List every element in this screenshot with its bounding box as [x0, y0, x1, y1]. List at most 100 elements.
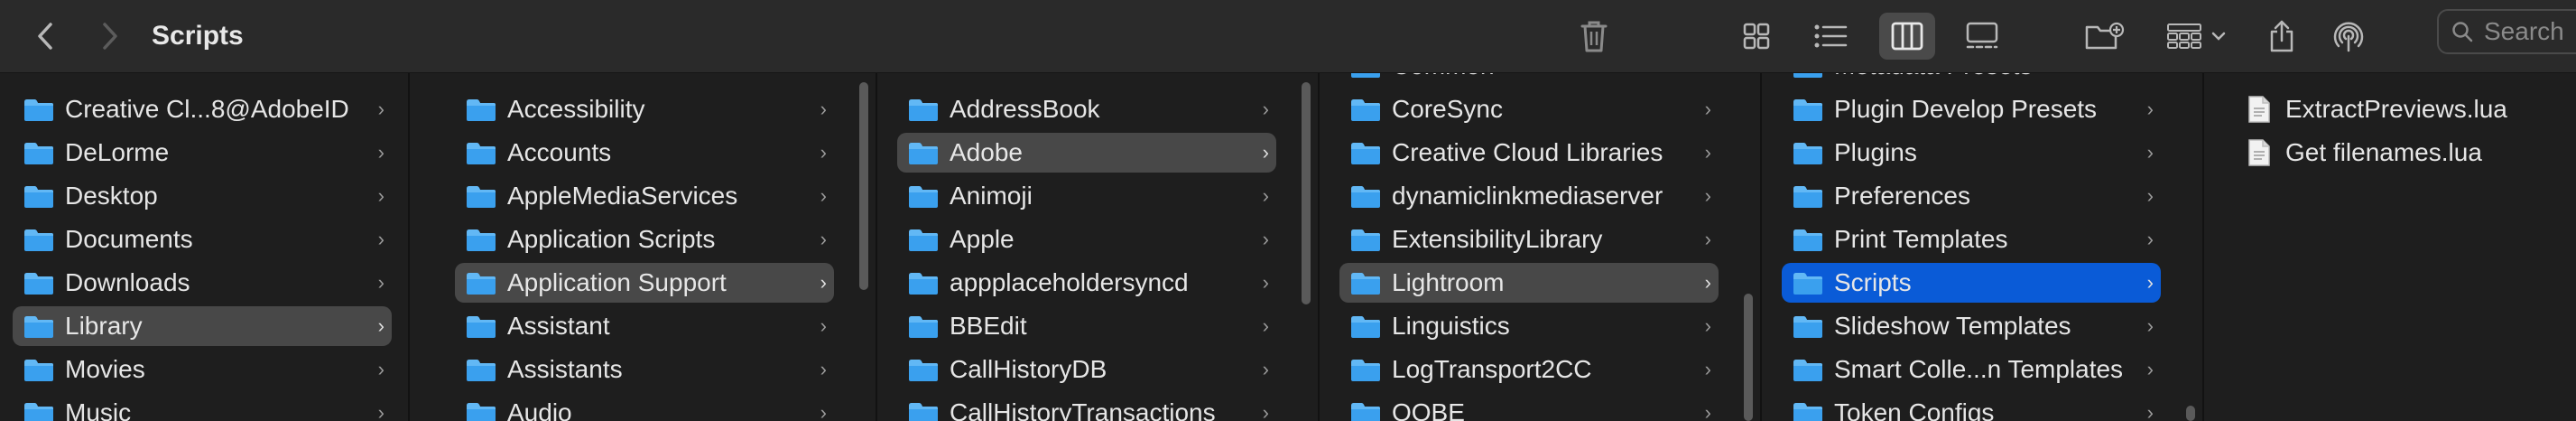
chevron-right-icon	[103, 23, 117, 50]
folder-row[interactable]: Assistant ›	[455, 306, 834, 346]
folder-row[interactable]: Movies ›	[13, 350, 392, 389]
folder-row[interactable]: CallHistoryDB ›	[897, 350, 1276, 389]
folder-row[interactable]: Common ›	[1339, 73, 1719, 86]
item-label: Apple	[950, 225, 1015, 253]
disclosure-chevron-icon: ›	[1262, 98, 1269, 120]
disclosure-chevron-icon: ›	[1262, 401, 1269, 421]
folder-row[interactable]: CoreSync ›	[1339, 89, 1719, 129]
folder-row[interactable]: BBEdit ›	[897, 306, 1276, 346]
folder-icon	[909, 403, 938, 421]
item-label: Creative Cloud Libraries	[1392, 138, 1663, 166]
folder-row[interactable]: Creative Cl...8@AdobeID ›	[13, 89, 392, 129]
folder-row[interactable]: Downloads ›	[13, 263, 392, 303]
folder-row[interactable]: Smart Colle...n Templates ›	[1782, 350, 2161, 389]
folder-row[interactable]: OOBE ›	[1339, 393, 1719, 421]
column-divider[interactable]	[1318, 73, 1320, 421]
folder-row[interactable]: Slideshow Templates ›	[1782, 306, 2161, 346]
folder-row[interactable]: AddressBook ›	[897, 89, 1276, 129]
disclosure-chevron-icon: ›	[1262, 141, 1269, 164]
view-icons-button[interactable]	[1737, 13, 1776, 60]
item-label: Linguistics	[1392, 312, 1510, 340]
folder-row[interactable]: Accessibility ›	[455, 89, 834, 129]
scrollbar-adobe[interactable]	[1744, 294, 1753, 421]
disclosure-chevron-icon: ›	[820, 314, 827, 337]
folder-row[interactable]: DeLorme ›	[13, 133, 392, 173]
item-label: Scripts	[1834, 268, 1912, 296]
folder-row[interactable]: Lightroom ›	[1339, 263, 1719, 303]
view-gallery-button[interactable]	[1960, 13, 2004, 60]
item-label: BBEdit	[950, 312, 1027, 340]
folder-row[interactable]: Token Configs ›	[1782, 393, 2161, 421]
view-columns-button[interactable]	[1879, 13, 1935, 60]
trash-icon	[1580, 21, 1608, 52]
scrollbar-application-support[interactable]	[1302, 82, 1311, 304]
item-label: Accounts	[507, 138, 612, 166]
folder-icon	[909, 186, 938, 208]
back-button[interactable]	[25, 13, 65, 60]
folder-icon	[909, 316, 938, 338]
folder-icon	[24, 229, 53, 251]
folder-row[interactable]: Preferences ›	[1782, 176, 2161, 216]
folder-row[interactable]: Plugins ›	[1782, 133, 2161, 173]
column-divider[interactable]	[1760, 73, 1762, 421]
item-label: AppleMediaServices	[507, 182, 738, 210]
file-row[interactable]: ExtractPreviews.lua	[2233, 89, 2558, 129]
folder-row[interactable]: Assistants ›	[455, 350, 834, 389]
folder-row[interactable]: Linguistics ›	[1339, 306, 1719, 346]
folder-row[interactable]: Creative Cloud Libraries ›	[1339, 133, 1719, 173]
folder-icon	[1793, 273, 1822, 295]
folder-row[interactable]: Documents ›	[13, 220, 392, 259]
trash-button[interactable]	[1574, 13, 1614, 60]
disclosure-chevron-icon: ›	[2146, 141, 2154, 164]
folder-row[interactable]: Scripts ›	[1782, 263, 2161, 303]
item-label: DeLorme	[65, 138, 170, 166]
folder-icon	[909, 360, 938, 381]
column-divider[interactable]	[876, 73, 877, 421]
item-label: AddressBook	[950, 95, 1100, 123]
folder-row[interactable]: Desktop ›	[13, 176, 392, 216]
item-label: Creative Cl...8@AdobeID	[65, 95, 349, 123]
item-label: CallHistoryDB	[950, 355, 1107, 383]
folder-row[interactable]: AppleMediaServices ›	[455, 176, 834, 216]
folder-row[interactable]: Application Support ›	[455, 263, 834, 303]
folder-row[interactable]: ExtensibilityLibrary ›	[1339, 220, 1719, 259]
folder-row[interactable]: CallHistoryTransactions ›	[897, 393, 1276, 421]
folder-row[interactable]: Audio ›	[455, 393, 834, 421]
new-folder-button[interactable]	[2083, 13, 2127, 60]
gallery-icon	[1966, 22, 1998, 49]
group-button[interactable]	[2163, 13, 2229, 60]
column-divider[interactable]	[408, 73, 410, 421]
folder-row[interactable]: Metadata Presets ›	[1782, 73, 2161, 86]
folder-row[interactable]: Plugin Develop Presets ›	[1782, 89, 2161, 129]
scrollbar-library[interactable]	[859, 82, 868, 290]
folder-icon	[467, 143, 496, 164]
folder-icon	[467, 360, 496, 381]
folder-row[interactable]: LogTransport2CC ›	[1339, 350, 1719, 389]
folder-row[interactable]: dynamiclinkmediaserver ›	[1339, 176, 1719, 216]
search-field[interactable]: Search	[2437, 9, 2576, 54]
folder-row[interactable]: Application Scripts ›	[455, 220, 834, 259]
disclosure-chevron-icon: ›	[820, 271, 827, 294]
folder-icon	[24, 316, 53, 338]
folder-row[interactable]: Adobe ›	[897, 133, 1276, 173]
disclosure-chevron-icon: ›	[820, 184, 827, 207]
folder-icon	[1793, 360, 1822, 381]
share-button[interactable]	[2262, 13, 2302, 60]
file-row[interactable]: Get filenames.lua	[2233, 133, 2558, 173]
view-list-button[interactable]	[1809, 13, 1852, 60]
disclosure-chevron-icon: ›	[1262, 184, 1269, 207]
folder-row[interactable]: appplaceholdersyncd ›	[897, 263, 1276, 303]
item-label: CallHistoryTransactions	[950, 398, 1216, 421]
folder-row[interactable]: Print Templates ›	[1782, 220, 2161, 259]
folder-row[interactable]: Music ›	[13, 393, 392, 421]
airdrop-button[interactable]	[2329, 13, 2368, 60]
column-divider[interactable]	[2202, 73, 2204, 421]
window-title: Scripts	[152, 21, 244, 51]
folder-icon	[24, 273, 53, 295]
folder-row[interactable]: Animoji ›	[897, 176, 1276, 216]
folder-row[interactable]: Apple ›	[897, 220, 1276, 259]
folder-row[interactable]: Library ›	[13, 306, 392, 346]
scrollbar-lightroom[interactable]	[2186, 406, 2195, 421]
forward-button[interactable]	[90, 13, 130, 60]
folder-row[interactable]: Accounts ›	[455, 133, 834, 173]
